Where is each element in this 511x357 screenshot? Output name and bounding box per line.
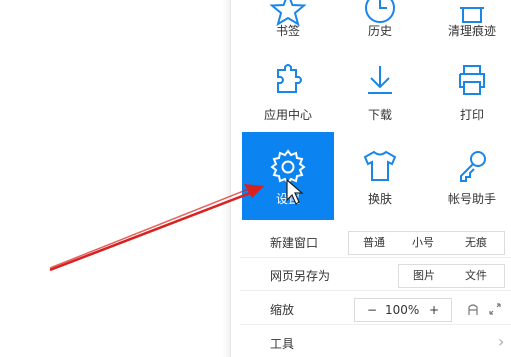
mouse-pointer-icon (286, 178, 304, 205)
red-arrow-icon (49, 184, 264, 272)
annotation-arrows (49, 178, 304, 272)
